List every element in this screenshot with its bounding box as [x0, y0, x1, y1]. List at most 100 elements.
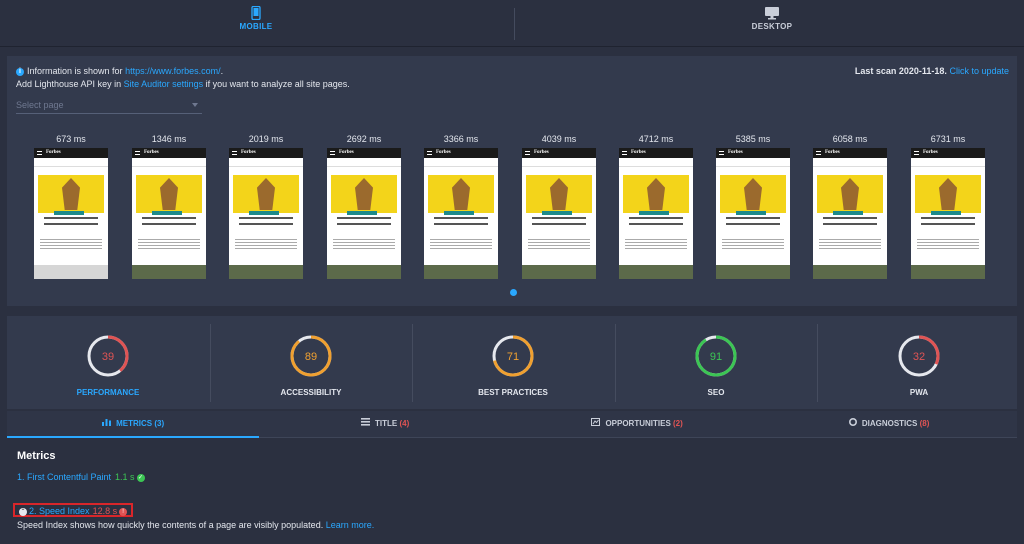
page-select-placeholder: Select page: [16, 100, 64, 110]
filmstrip-frame[interactable]: 4712 ms Forbes: [619, 134, 693, 279]
tab-title-count: (4): [399, 419, 410, 428]
article-image: [229, 265, 303, 279]
score-gauge: 32: [898, 335, 940, 377]
score-name: ACCESSIBILITY: [280, 388, 342, 397]
diagnostics-icon: [848, 418, 857, 426]
filmstrip-frame[interactable]: 6058 ms Forbes: [813, 134, 887, 279]
score-value: 39: [102, 351, 114, 363]
metric-first-contentful-paint[interactable]: 1. First Contentful Paint 1.1 s ✓: [17, 472, 145, 482]
menu-icon: [330, 151, 335, 155]
filmstrip-frame[interactable]: 2692 ms Forbes: [327, 134, 401, 279]
score-pwa[interactable]: 32 PWA: [819, 324, 1019, 397]
tab-desktop[interactable]: DESKTOP: [712, 6, 832, 42]
tab-diagnostics[interactable]: DIAGNOSTICS (8): [763, 411, 1015, 438]
score-seo[interactable]: 91 SEO: [616, 324, 816, 397]
filmstrip-frame[interactable]: 6731 ms Forbes: [911, 134, 985, 279]
metric-speed-index[interactable]: ⌃ 2. Speed Index 12.8 s!: [13, 503, 134, 517]
frame-time-label: 6058 ms: [832, 134, 868, 144]
metric-2-description: Speed Index shows how quickly the conten…: [17, 520, 324, 530]
metric-1-label: 1. First Contentful Paint: [17, 472, 112, 482]
frame-thumbnail: Forbes: [229, 148, 303, 279]
hero-image: [428, 175, 494, 213]
filmstrip-frame[interactable]: 673 ms Forbes: [34, 134, 108, 279]
metric-2-label: 2. Speed Index: [29, 506, 90, 516]
score-separator: [817, 324, 818, 402]
score-best-practices[interactable]: 71 BEST PRACTICES: [413, 324, 613, 397]
frame-time-label: 3366 ms: [443, 134, 479, 144]
score-gauge: 89: [290, 335, 332, 377]
frame-thumbnail: Forbes: [619, 148, 693, 279]
metric-2-value: 12.8 s: [92, 506, 118, 516]
menu-icon: [719, 151, 724, 155]
update-link[interactable]: Click to update: [949, 66, 1009, 76]
score-performance[interactable]: 39 PERFORMANCE: [8, 324, 208, 397]
metrics-heading: Metrics: [17, 450, 56, 462]
score-value: 91: [710, 351, 722, 363]
frame-time-label: 6731 ms: [930, 134, 966, 144]
hero-image: [38, 175, 104, 213]
score-gauge: 91: [695, 335, 737, 377]
site-logo: Forbes: [339, 150, 354, 155]
api-key-suffix: if you want to analyze all site pages.: [205, 79, 350, 89]
carousel-dot[interactable]: [510, 289, 517, 296]
page-select[interactable]: Select page: [16, 100, 202, 114]
site-auditor-settings-link[interactable]: Site Auditor settings: [124, 79, 204, 89]
bar-chart-icon: [101, 419, 111, 426]
article-image: [327, 265, 401, 279]
site-logo: Forbes: [241, 150, 256, 155]
chevron-up-icon: ⌃: [19, 507, 27, 516]
filmstrip-frame[interactable]: 5385 ms Forbes: [716, 134, 790, 279]
frame-time-label: 673 ms: [56, 134, 86, 144]
scores-panel: 39 PERFORMANCE 89 ACCESSIBILITY 71 BEST PRACT…: [7, 316, 1017, 409]
chevron-down-icon: [192, 103, 198, 107]
menu-icon: [622, 151, 627, 155]
tab-metrics[interactable]: METRICS (3): [7, 411, 259, 438]
tab-title[interactable]: TITLE (4): [259, 411, 511, 438]
filmstrip-frame[interactable]: 1346 ms Forbes: [132, 134, 206, 279]
mobile-phone-icon: [251, 6, 261, 20]
site-logo: Forbes: [534, 150, 549, 155]
article-image: [716, 265, 790, 279]
frame-time-label: 2019 ms: [248, 134, 284, 144]
frame-time-label: 2692 ms: [346, 134, 382, 144]
frame-time-label: 4712 ms: [638, 134, 674, 144]
site-url-link[interactable]: https://www.forbes.com/: [125, 66, 221, 76]
learn-more-link[interactable]: Learn more.: [326, 520, 375, 530]
score-accessibility[interactable]: 89 ACCESSIBILITY: [211, 324, 411, 397]
frame-thumbnail: Forbes: [716, 148, 790, 279]
check-icon: ✓: [136, 473, 145, 482]
menu-icon: [427, 151, 432, 155]
site-logo: Forbes: [436, 150, 451, 155]
frame-thumbnail: Forbes: [424, 148, 498, 279]
opportunities-icon: [591, 418, 601, 426]
frame-thumbnail: Forbes: [327, 148, 401, 279]
menu-icon: [816, 151, 821, 155]
filmstrip-frame[interactable]: 3366 ms Forbes: [424, 134, 498, 279]
score-name: PWA: [909, 388, 929, 397]
api-key-prefix: Add Lighthouse API key in: [16, 79, 122, 89]
title-icon: [360, 418, 370, 426]
hero-image: [720, 175, 786, 213]
score-name: SEO: [707, 388, 725, 397]
tab-desktop-label: DESKTOP: [751, 22, 793, 31]
menu-icon: [232, 151, 237, 155]
tab-metrics-count: (3): [154, 419, 165, 428]
menu-icon: [525, 151, 530, 155]
info-line: i Information is shown for https://www.fo…: [16, 66, 223, 76]
info-icon: i: [16, 67, 24, 76]
frame-time-label: 4039 ms: [541, 134, 577, 144]
article-image: [813, 265, 887, 279]
filmstrip-frame[interactable]: 2019 ms Forbes: [229, 134, 303, 279]
filmstrip-panel: i Information is shown for https://www.fo…: [7, 56, 1017, 306]
hero-image: [136, 175, 202, 213]
filmstrip-frame[interactable]: 4039 ms Forbes: [522, 134, 596, 279]
tab-opportunities[interactable]: OPPORTUNITIES (2): [511, 411, 763, 438]
metric-1-value: 1.1 s: [115, 472, 135, 482]
article-image: [619, 265, 693, 279]
article-image: [522, 265, 596, 279]
score-value: 32: [913, 351, 925, 363]
frame-time-label: 5385 ms: [735, 134, 771, 144]
tab-mobile[interactable]: MOBILE: [196, 6, 316, 42]
desktop-monitor-icon: [765, 7, 779, 20]
warning-icon: !: [119, 507, 128, 516]
